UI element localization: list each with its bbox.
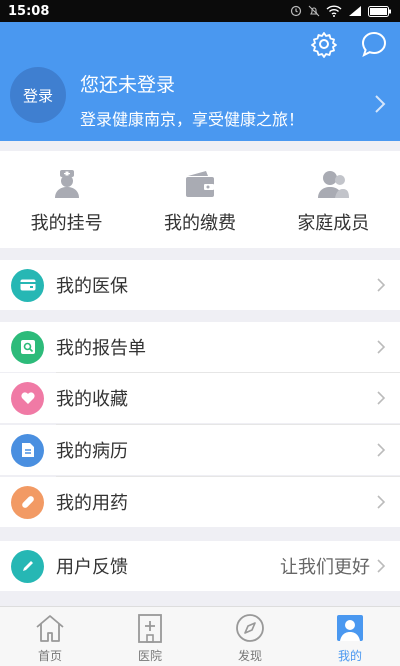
- compass-icon: [234, 612, 266, 644]
- report-icon: [11, 330, 44, 364]
- family-icon: [317, 169, 350, 199]
- card-icon: [11, 268, 44, 302]
- hospital-icon: [134, 612, 166, 644]
- menu-item-label: 我的用药: [56, 493, 128, 514]
- my-payments-button[interactable]: 我的缴费: [133, 151, 266, 248]
- profile-icon: [334, 612, 366, 644]
- quick-actions: 我的挂号 我的缴费 家庭成员: [0, 151, 400, 248]
- header-actions: [310, 30, 388, 58]
- menu-item-label: 用户反馈: [56, 557, 128, 578]
- tab-profile[interactable]: 我的: [300, 607, 400, 666]
- status-bar: 15:08: [0, 0, 400, 22]
- chevron-right-icon: [377, 443, 386, 457]
- menu-item-report[interactable]: 我的报告单: [0, 322, 400, 372]
- my-registrations-label: 我的挂号: [30, 213, 103, 234]
- tab-home[interactable]: 首页: [0, 607, 100, 666]
- pencil-icon: [11, 549, 44, 583]
- pill-icon: [11, 485, 44, 519]
- login-prompt: 登录健康南京，享受健康之旅！: [80, 110, 305, 129]
- chevron-right-icon: [377, 559, 386, 573]
- status-icons: [290, 5, 392, 17]
- menu-item-medication[interactable]: 我的用药: [0, 477, 400, 527]
- tab-label: 我的: [337, 649, 362, 663]
- home-icon: [34, 612, 66, 644]
- menu-item-feedback[interactable]: 用户反馈 让我们更好: [0, 541, 400, 591]
- menu-item-label: 我的收藏: [56, 389, 128, 410]
- wallet-icon: [184, 169, 216, 199]
- tab-hospital[interactable]: 医院: [100, 607, 200, 666]
- nurse-icon: [51, 169, 83, 199]
- tab-label: 医院: [137, 649, 162, 663]
- menu-item-label: 我的医保: [56, 276, 128, 297]
- battery-icon: [368, 5, 391, 17]
- chevron-right-icon: [375, 95, 386, 113]
- message-icon[interactable]: [360, 30, 388, 58]
- heart-icon: [11, 381, 44, 415]
- login-status-title: 您还未登录: [80, 74, 176, 96]
- my-payments-label: 我的缴费: [163, 213, 236, 234]
- settings-icon[interactable]: [310, 30, 338, 58]
- menu-item-label: 我的病历: [56, 441, 128, 462]
- feedback-hint: 让我们更好: [280, 557, 370, 578]
- status-time: 15:08: [8, 3, 50, 19]
- tab-label: 首页: [37, 649, 62, 663]
- signal-icon: [349, 6, 361, 16]
- mute-icon: [308, 5, 320, 17]
- profile-header[interactable]: 登录 您还未登录 登录健康南京，享受健康之旅！: [0, 22, 400, 141]
- menu-item-insurance[interactable]: 我的医保: [0, 260, 400, 310]
- family-members-button[interactable]: 家庭成员: [267, 151, 400, 248]
- chevron-right-icon: [377, 278, 386, 292]
- menu-item-favorites[interactable]: 我的收藏: [0, 373, 400, 423]
- family-members-label: 家庭成员: [297, 213, 370, 234]
- chevron-right-icon: [377, 391, 386, 405]
- menu-item-label: 我的报告单: [56, 338, 146, 359]
- bottom-tab-bar: 首页 医院 发现 我的: [0, 606, 400, 666]
- my-registrations-button[interactable]: 我的挂号: [0, 151, 133, 248]
- document-icon: [11, 433, 44, 467]
- menu-item-records[interactable]: 我的病历: [0, 425, 400, 475]
- alarm-icon: [290, 5, 302, 17]
- wifi-icon: [326, 5, 342, 17]
- tab-discover[interactable]: 发现: [200, 607, 300, 666]
- login-avatar[interactable]: 登录: [10, 67, 66, 123]
- chevron-right-icon: [377, 340, 386, 354]
- tab-label: 发现: [237, 649, 262, 663]
- chevron-right-icon: [377, 495, 386, 509]
